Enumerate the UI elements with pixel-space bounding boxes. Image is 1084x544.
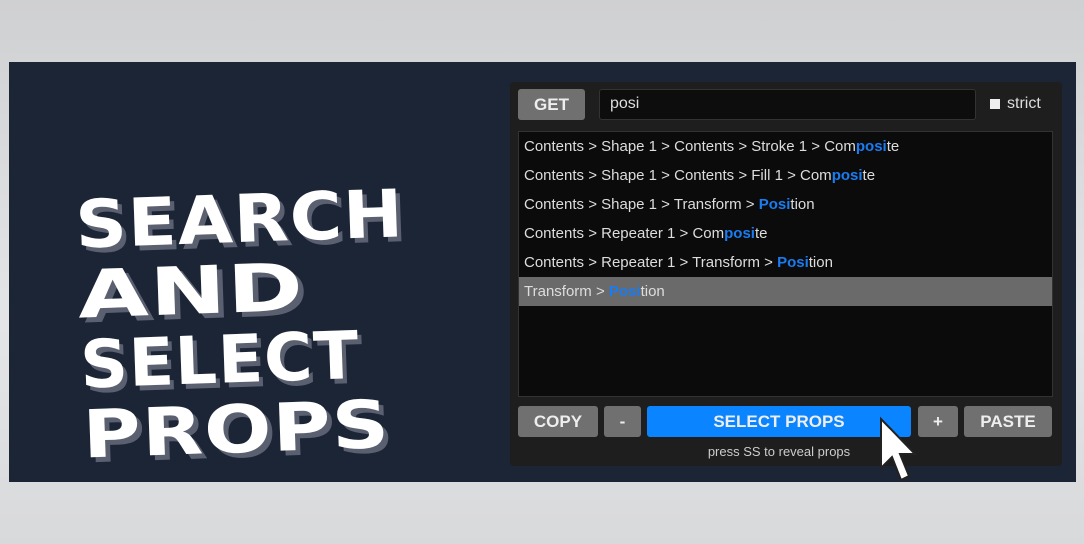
result-suffix: te	[754, 225, 768, 242]
paste-button[interactable]: PASTE	[964, 406, 1052, 437]
result-prefix: Contents > Shape 1 > Contents > Stroke 1…	[524, 138, 856, 155]
search-panel: GET posi strict Contents > Shape 1 > Con…	[510, 82, 1062, 466]
strict-checkbox[interactable]: strict	[990, 95, 1041, 113]
banner-title: SEARCH AND SELECT PROPS	[74, 175, 464, 473]
result-prefix: Contents > Shape 1 > Transform >	[524, 196, 759, 213]
minus-button[interactable]: -	[604, 406, 641, 437]
copy-button[interactable]: COPY	[518, 406, 598, 437]
plus-button[interactable]: +	[918, 406, 958, 437]
result-match: posi	[724, 225, 755, 242]
result-row[interactable]: Contents > Repeater 1 > Transform > Posi…	[519, 248, 1052, 277]
strict-label: strict	[1007, 95, 1041, 112]
result-match: Posi	[777, 254, 809, 271]
result-prefix: Contents > Shape 1 > Contents > Fill 1 >…	[524, 167, 832, 184]
results-list[interactable]: Contents > Shape 1 > Contents > Stroke 1…	[518, 131, 1053, 397]
result-row[interactable]: Transform > Position	[519, 277, 1052, 306]
title-line: SELECT	[78, 316, 361, 404]
result-suffix: tion	[640, 283, 665, 300]
result-prefix: Contents > Repeater 1 > Com	[524, 225, 725, 242]
checkbox-icon[interactable]	[990, 99, 1000, 109]
mouse-cursor-icon	[880, 416, 918, 482]
result-prefix: Contents > Repeater 1 > Transform >	[524, 254, 778, 271]
search-input[interactable]: posi	[599, 89, 976, 120]
result-row[interactable]: Contents > Shape 1 > Transform > Positio…	[519, 190, 1052, 219]
result-row[interactable]: Contents > Shape 1 > Contents > Stroke 1…	[519, 132, 1052, 161]
result-suffix: te	[886, 138, 900, 155]
hint-text: press SS to reveal props	[707, 444, 851, 459]
title-line: PROPS	[81, 385, 392, 474]
result-suffix: tion	[808, 254, 833, 271]
result-match: Posi	[758, 196, 791, 213]
result-prefix: Transform >	[524, 283, 609, 300]
result-row[interactable]: Contents > Shape 1 > Contents > Fill 1 >…	[519, 161, 1052, 190]
result-suffix: te	[862, 167, 876, 184]
result-match: Posi	[608, 283, 641, 300]
result-match: posi	[831, 167, 863, 184]
result-row[interactable]: Contents > Repeater 1 > Composite	[519, 219, 1052, 248]
select-props-button[interactable]: SELECT PROPS	[647, 406, 911, 437]
get-button[interactable]: GET	[518, 89, 585, 120]
result-match: posi	[855, 138, 887, 155]
result-suffix: tion	[790, 196, 815, 213]
